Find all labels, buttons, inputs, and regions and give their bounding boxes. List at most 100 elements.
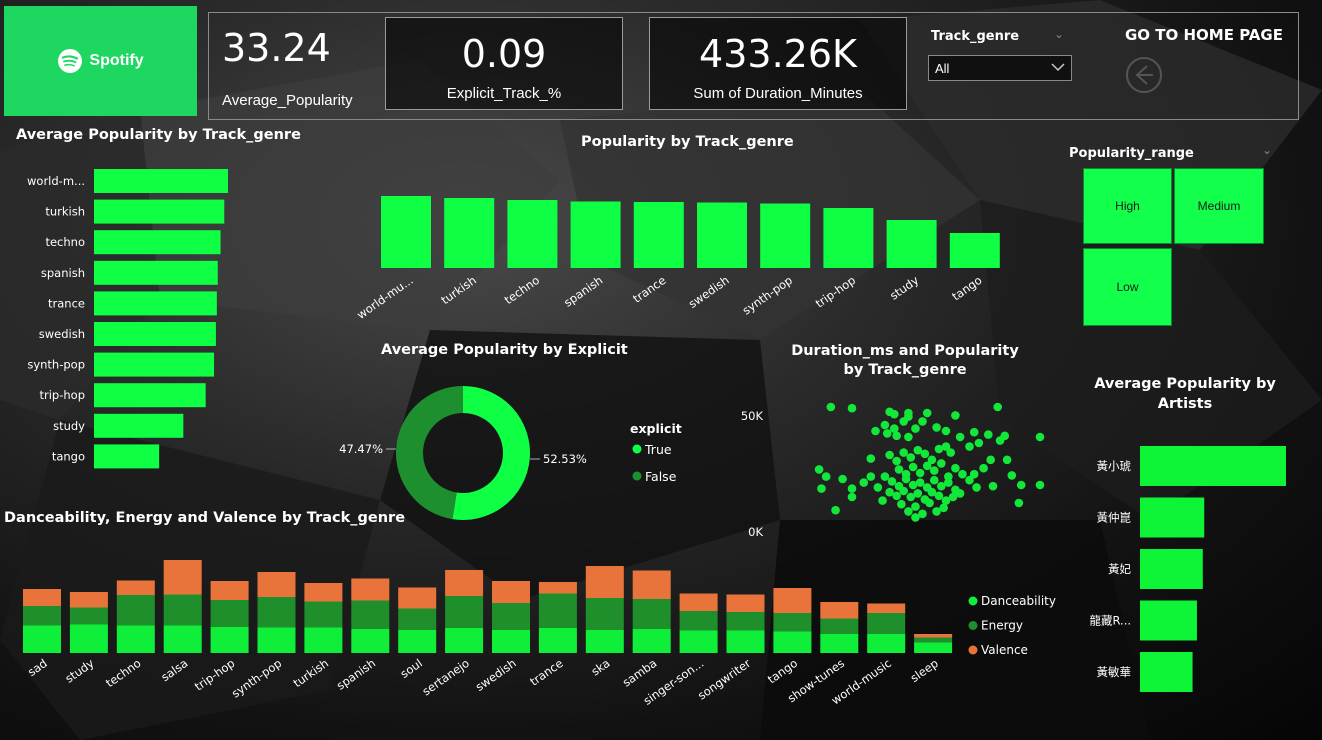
y-tick-label: world-m... <box>27 174 85 188</box>
stack-segment <box>210 600 249 627</box>
stack-segment <box>304 583 343 602</box>
scatter-point <box>915 468 925 478</box>
legend-label: Valence <box>981 643 1028 657</box>
y-tick-label: 龍藏R... <box>1089 614 1131 628</box>
scatter-point <box>937 459 946 468</box>
scatter-point <box>899 417 908 426</box>
stack-segment <box>304 601 343 628</box>
scatter-point <box>915 478 925 487</box>
stack-segment <box>585 630 624 653</box>
stack-segment <box>163 594 202 626</box>
kpi-label: Explicit_Track_% <box>446 85 562 102</box>
stack-segment <box>257 597 296 628</box>
stack-segment <box>773 613 812 632</box>
arrow-left-circle-icon[interactable] <box>1124 55 1164 95</box>
scatter-point <box>1007 471 1017 480</box>
x-tick-label: songwriter <box>695 656 753 703</box>
scatter-point <box>901 474 911 484</box>
kpi-value: 0.09 <box>461 32 547 76</box>
popularity-tile-low[interactable]: Low <box>1083 248 1172 326</box>
chart-title-avg-pop-genre: Average Popularity by Track_genre <box>16 127 301 143</box>
y-tick-label: swedish <box>39 327 85 341</box>
scatter-point <box>878 496 887 505</box>
stack-segment <box>69 592 108 608</box>
scatter-point <box>911 502 920 511</box>
scatter-point <box>988 481 998 491</box>
scatter-point <box>969 427 979 437</box>
scatter-point <box>897 499 906 509</box>
stack-segment <box>116 625 155 653</box>
go-to-home-page-button[interactable]: GO TO HOME PAGE <box>1125 26 1283 44</box>
stack-segment <box>257 627 296 653</box>
stack-segment <box>914 642 953 653</box>
track-genre-slicer-title: Track_genre <box>931 29 1020 44</box>
stack-segment <box>69 607 108 625</box>
x-tick-label: study <box>62 656 96 686</box>
stack-segment <box>492 630 530 653</box>
scatter-point <box>866 454 876 463</box>
data-label: 52.53% <box>543 452 587 466</box>
popularity-by-genre-chart: world-mu... turkish techno spanish trance swe… <box>354 196 1000 322</box>
donut-slice <box>452 386 530 520</box>
spotify-logo-tile: Spotify <box>4 6 197 116</box>
stack-segment <box>116 580 155 595</box>
x-tick-label: sleep <box>908 656 941 685</box>
legend-marker <box>968 645 978 655</box>
stack-segment <box>351 629 390 653</box>
x-tick-label: tango <box>949 273 984 304</box>
bar <box>1140 652 1193 692</box>
stack-segment <box>69 624 108 653</box>
stack-segment <box>398 587 437 609</box>
scatter-point <box>892 456 901 466</box>
track-genre-dropdown[interactable]: All <box>928 55 1072 81</box>
scatter-point <box>934 491 944 501</box>
scatter-point <box>892 491 901 501</box>
stack-segment <box>210 581 249 600</box>
bar <box>444 198 495 268</box>
scatter-point <box>882 429 892 438</box>
y-tick-label: techno <box>45 235 85 249</box>
legend-label: Danceability <box>981 594 1056 608</box>
x-tick-label: turkish <box>438 273 479 307</box>
scatter-point <box>904 432 913 442</box>
scatter-point <box>944 478 953 487</box>
y-tick-label: trip-hop <box>39 388 85 402</box>
stack-segment <box>304 627 343 653</box>
bar <box>760 203 811 268</box>
scatter-point <box>821 472 831 481</box>
legend-marker <box>968 596 978 606</box>
kpi-duration-minutes: 433.26K Sum of Duration_Minutes <box>649 17 907 110</box>
x-tick-label: trip-hop <box>813 273 858 311</box>
popularity-tile-high[interactable]: High <box>1083 168 1172 244</box>
bar <box>94 199 225 224</box>
y-tick-label: study <box>53 419 85 433</box>
avg-popularity-by-genre-chart: world-m... turkish techno spanish trance swed… <box>27 169 228 469</box>
scatter-point <box>866 472 876 481</box>
scatter-point <box>859 478 869 487</box>
bar <box>1140 600 1197 641</box>
kpi-explicit-track: 0.09 Explicit_Track_% <box>385 17 623 110</box>
scatter-point <box>946 448 955 457</box>
x-tick-label: trance <box>630 273 668 306</box>
y-tick-label: spanish <box>41 266 85 280</box>
popularity-tile-medium[interactable]: Medium <box>1174 168 1264 244</box>
stack-segment <box>726 612 765 631</box>
dropdown-selected-value: All <box>935 61 950 76</box>
x-tick-label: swedish <box>473 656 519 694</box>
chart-title-pop-genre: Popularity by Track_genre <box>581 134 794 150</box>
scatter-point <box>908 462 918 472</box>
stack-segment <box>773 588 812 613</box>
stack-segment <box>163 560 202 595</box>
scatter-point <box>899 486 908 496</box>
stack-segment <box>116 595 155 626</box>
stack-segment <box>351 578 390 601</box>
chart-title-avg-pop-artists: Average Popularity by Artists <box>1094 376 1276 412</box>
stack-segment <box>492 581 530 603</box>
scatter-point <box>932 507 941 516</box>
scatter-point <box>1014 498 1024 508</box>
x-tick-label: study <box>887 273 921 303</box>
scatter-point <box>934 444 944 454</box>
spotify-logo-icon <box>58 49 83 73</box>
chevron-down-icon: ⌄ <box>1262 143 1273 157</box>
stack-segment <box>632 629 671 653</box>
